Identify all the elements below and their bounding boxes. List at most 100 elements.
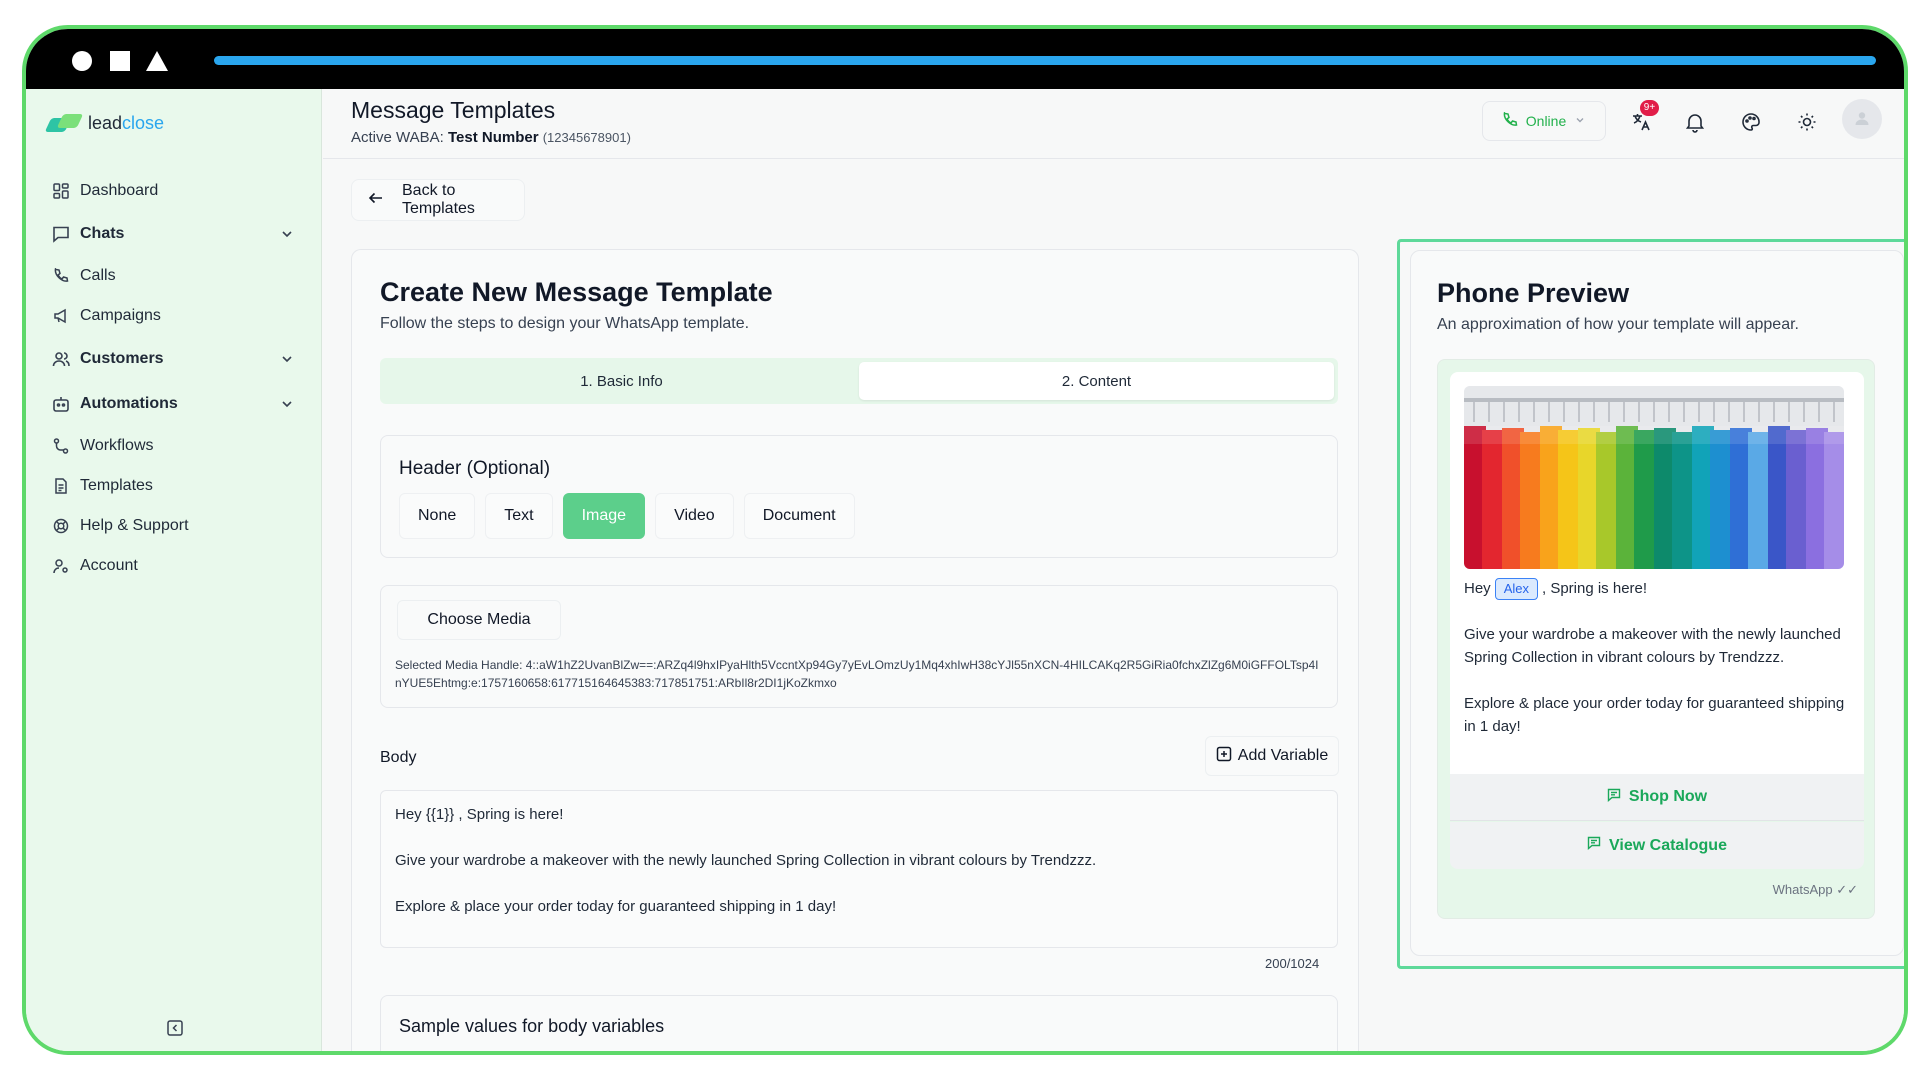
sun-icon[interactable] (1796, 111, 1818, 133)
dashboard-icon (52, 182, 70, 200)
message-bubble: Hey Alex, Spring is here! Give your wardr… (1450, 372, 1864, 774)
chat-icon (52, 225, 70, 243)
back-button-label: Back to Templates (402, 182, 475, 217)
shop-now-button[interactable]: Shop Now (1450, 774, 1864, 821)
address-bar[interactable] (214, 56, 1876, 65)
add-variable-button[interactable]: Add Variable (1205, 736, 1339, 776)
sidebar-item-label: Customers (80, 349, 164, 367)
sidebar-item-help-support[interactable]: Help & Support (40, 506, 308, 546)
preview-message-body: Hey Alex, Spring is here! Give your wardr… (1464, 577, 1850, 738)
chevron-down-icon[interactable] (278, 395, 296, 413)
header-image (1464, 386, 1844, 569)
main-content: Message Templates Active WABA: Test Numb… (323, 89, 1904, 1051)
header-section-title: Header (Optional) (399, 458, 551, 479)
page-title: Message Templates (351, 97, 556, 123)
sidebar-item-label: Help & Support (80, 517, 189, 534)
form-subtitle: Follow the steps to design your WhatsApp… (380, 315, 750, 332)
sidebar-item-workflows[interactable]: Workflows (40, 426, 308, 466)
sidebar: leadclose Dashboard Chats Calls Campaign… (26, 89, 322, 1051)
view-catalogue-button[interactable]: View Catalogue (1450, 822, 1864, 869)
header-option-none[interactable]: None (399, 493, 476, 539)
user-settings-icon (52, 557, 70, 575)
window-titlebar (26, 29, 1904, 89)
media-section: Choose Media Selected Media Handle: 4::a… (380, 585, 1338, 708)
app-body: leadclose Dashboard Chats Calls Campaign… (26, 89, 1904, 1051)
header-option-text[interactable]: Text (485, 493, 553, 539)
document-icon (52, 477, 70, 495)
back-to-templates-button[interactable]: Back to Templates (351, 179, 525, 221)
sidebar-item-label: Automations (80, 394, 178, 412)
media-handle-text: Selected Media Handle: 4::aW1hZ2UvanBlZw… (395, 658, 1319, 690)
top-bar: Message Templates Active WABA: Test Numb… (323, 89, 1904, 159)
circle-icon (72, 51, 92, 71)
square-icon (110, 51, 130, 71)
chevron-down-icon (1574, 113, 1586, 129)
chevron-down-icon[interactable] (278, 225, 296, 243)
brand-logo[interactable]: leadclose (48, 113, 164, 134)
phone-preview-card: Phone Preview An approximation of how yo… (1410, 250, 1904, 956)
choose-media-button[interactable]: Choose Media (397, 600, 561, 640)
lifebuoy-icon (52, 517, 70, 535)
message-icon (1587, 836, 1601, 855)
body-label: Body (380, 749, 417, 766)
phone-mockup: Hey Alex, Spring is here! Give your wardr… (1437, 359, 1875, 919)
preview-paragraph: Explore & place your order today for gua… (1464, 695, 1845, 735)
sidebar-item-calls[interactable]: Calls (40, 256, 308, 296)
palette-icon[interactable] (1740, 111, 1762, 133)
plus-square-icon (1216, 746, 1232, 767)
preview-subtitle: An approximation of how your template wi… (1437, 316, 1799, 333)
triangle-icon (146, 51, 168, 71)
sidebar-item-chats[interactable]: Chats (40, 211, 308, 256)
view-catalogue-label: View Catalogue (1609, 836, 1727, 854)
create-template-card: Create New Message Template Follow the s… (351, 249, 1359, 1051)
status-dropdown[interactable]: Online (1482, 101, 1606, 141)
clothing-rack-image (1464, 386, 1844, 569)
variable-chip: Alex (1494, 578, 1538, 600)
sidebar-item-label: Workflows (80, 437, 154, 454)
header-option-image[interactable]: Image (562, 493, 646, 539)
sidebar-item-dashboard[interactable]: Dashboard (40, 171, 308, 211)
header-type-selector: None Text Image Video Document (399, 493, 855, 539)
notification-badge: 9+ (1640, 100, 1659, 116)
sidebar-item-account[interactable]: Account (40, 546, 308, 586)
shop-now-label: Shop Now (1628, 788, 1708, 805)
sidebar-item-customers[interactable]: Customers (40, 336, 308, 381)
whatsapp-footer: WhatsApp ✓✓ (1772, 882, 1858, 897)
preview-highlight: Phone Preview An approximation of how yo… (1397, 239, 1904, 969)
app-window: leadclose Dashboard Chats Calls Campaign… (22, 25, 1908, 1055)
tab-content[interactable]: 2. Content (859, 362, 1334, 400)
header-section: Header (Optional) None Text Image Video … (380, 435, 1338, 558)
chevron-down-icon[interactable] (278, 350, 296, 368)
sidebar-item-campaigns[interactable]: Campaigns (40, 296, 308, 336)
logo-icon (48, 114, 82, 134)
preview-greeting: Hey Alex, Spring is here! (1464, 577, 1850, 600)
collapse-sidebar-icon[interactable] (166, 1019, 186, 1039)
header-option-video[interactable]: Video (655, 493, 734, 539)
preview-title: Phone Preview (1437, 278, 1630, 308)
status-label: Online (1525, 113, 1567, 129)
sample-values-title: Sample values for body variables (399, 1016, 665, 1036)
body-textarea[interactable]: Hey {{1}} , Spring is here! Give your wa… (380, 790, 1338, 948)
sidebar-item-label: Campaigns (80, 307, 161, 324)
brand-name: leadclose (88, 113, 165, 133)
step-tabs: 1. Basic Info 2. Content (380, 358, 1338, 404)
sidebar-item-label: Templates (80, 477, 153, 494)
workflow-icon (52, 437, 70, 455)
preview-paragraph: Give your wardrobe a makeover with the n… (1464, 626, 1841, 666)
sidebar-item-automations[interactable]: Automations (40, 381, 308, 426)
message-icon (1607, 788, 1621, 807)
sidebar-nav: Dashboard Chats Calls Campaigns Customer… (40, 171, 308, 586)
character-counter: 200/1024 (1265, 956, 1320, 971)
phone-icon (1502, 110, 1518, 131)
sidebar-item-label: Dashboard (80, 182, 159, 199)
active-waba: Active WABA: Test Number (12345678901) (351, 129, 631, 146)
tab-basic-info[interactable]: 1. Basic Info (384, 362, 859, 400)
header-option-document[interactable]: Document (743, 493, 855, 539)
sidebar-item-label: Calls (80, 267, 116, 284)
sidebar-item-templates[interactable]: Templates (40, 466, 308, 506)
sidebar-item-label: Chats (80, 224, 125, 242)
bell-icon[interactable] (1684, 111, 1706, 133)
phone-icon (52, 267, 70, 285)
megaphone-icon (52, 307, 70, 325)
avatar[interactable] (1842, 99, 1882, 139)
